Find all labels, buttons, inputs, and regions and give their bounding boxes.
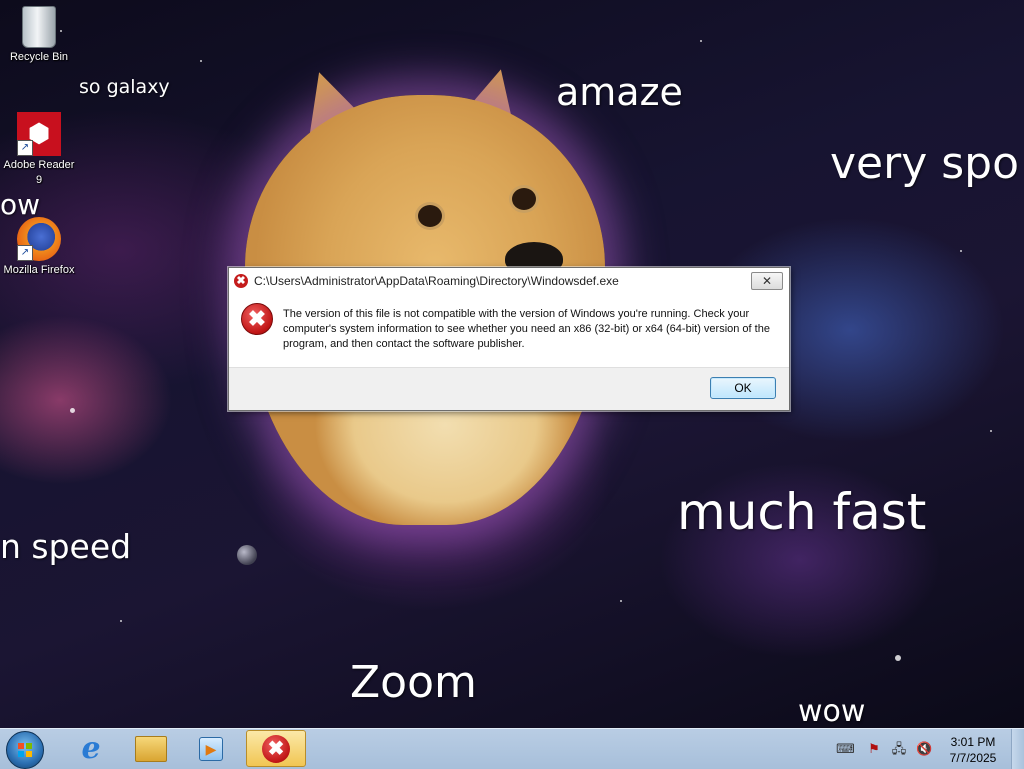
internet-explorer-icon: e [81,731,101,766]
folder-icon [135,735,167,762]
keyboard-icon[interactable]: ⌨ [836,741,855,757]
error-dialog: ✖ C:\Users\Administrator\AppData\Roaming… [228,267,790,411]
star-decoration [620,600,622,602]
desktop-icon-adobe-reader[interactable]: ⬢ ↗ Adobe Reader 9 [0,112,78,188]
shortcut-arrow-icon: ↗ [17,245,33,261]
clock[interactable]: 3:01 PM 7/7/2025 [940,734,1006,766]
close-button[interactable]: ✕ [751,272,783,290]
wallpaper-text: much fast [677,483,927,541]
dialog-message: The version of this file is not compatib… [283,308,770,350]
star-decoration [700,40,702,42]
media-player-icon: ▶ [199,736,223,761]
desktop: so galaxy amaze very spo ow n speed much… [0,0,1024,728]
action-center-flag-icon[interactable]: ⚑ [866,741,882,757]
wallpaper-text: wow [798,694,866,728]
taskbar-button-windows-explorer[interactable] [122,730,180,767]
wallpaper-text: Zoom [350,657,477,708]
start-button[interactable] [6,731,44,769]
desktop-icon-label: Adobe Reader 9 [3,159,75,186]
star-decoration [960,250,962,252]
desktop-icon-label: Mozilla Firefox [3,264,75,276]
taskbar: e ▶ ✖ ⌨ ⚑ 🖧 🔇 3:01 PM 7/7/2025 [0,728,1024,769]
firefox-icon: ↗ [17,217,61,261]
planet-decoration [237,545,257,565]
star-decoration [120,620,122,622]
wallpaper-text: amaze [556,70,683,114]
adobe-reader-icon: ⬢ ↗ [17,112,61,156]
taskbar-button-internet-explorer[interactable]: e [62,730,120,767]
wallpaper-text: so galaxy [79,76,170,98]
volume-muted-icon[interactable]: 🔇 [916,741,932,757]
windows-logo-icon [18,743,32,757]
desktop-icon-firefox[interactable]: ↗ Mozilla Firefox [0,217,78,278]
star-decoration [990,430,992,432]
desktop-icon-label: Recycle Bin [9,51,69,63]
shortcut-arrow-icon: ↗ [17,140,33,156]
doge-eye [512,188,536,210]
doge-eye [418,205,442,227]
star-decoration [895,655,901,661]
taskbar-button-media-player[interactable]: ▶ [182,730,240,767]
star-decoration [200,60,202,62]
dialog-title: C:\Users\Administrator\AppData\Roaming\D… [254,274,619,288]
error-icon: ✖ [262,734,290,763]
taskbar-button-error-dialog[interactable]: ✖ [246,730,306,767]
recycle-bin-icon [0,6,78,48]
network-icon[interactable]: 🖧 [891,741,907,757]
wallpaper-text: n speed [0,527,132,566]
ok-button[interactable]: OK [710,377,776,399]
error-icon: ✖ [241,303,273,335]
clock-time: 3:01 PM [950,735,996,749]
wallpaper-text: very spo [830,138,1019,189]
clock-date: 7/7/2025 [949,751,997,765]
desktop-icon-recycle-bin[interactable]: Recycle Bin [0,6,78,65]
star-decoration [70,408,75,413]
dialog-titlebar[interactable]: ✖ C:\Users\Administrator\AppData\Roaming… [229,268,789,294]
dialog-body: ✖ The version of this file is not compat… [229,294,789,368]
error-icon: ✖ [234,274,248,288]
show-desktop-button[interactable] [1011,729,1024,769]
